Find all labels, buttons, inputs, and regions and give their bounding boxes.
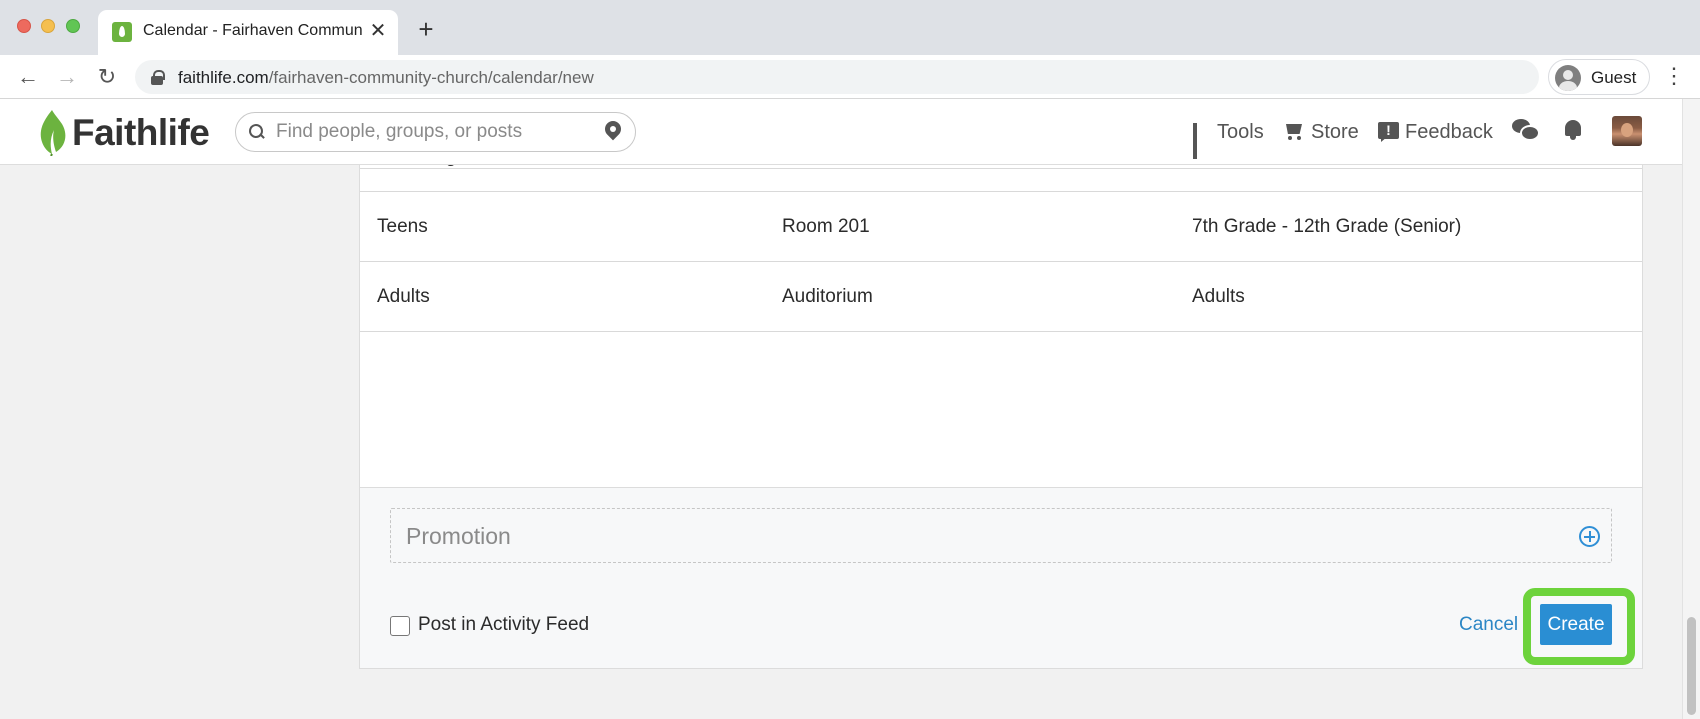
profile-button[interactable]: Guest bbox=[1548, 59, 1650, 95]
url-host: faithlife.com bbox=[178, 68, 269, 87]
forward-arrow-icon[interactable]: → bbox=[53, 63, 81, 91]
window-minimize-button[interactable] bbox=[41, 19, 55, 33]
browser-toolbar: ← → ↻ faithlife.com/fairhaven-community-… bbox=[0, 55, 1700, 99]
scrollbar-thumb[interactable] bbox=[1687, 617, 1696, 715]
logo-text: Faithlife bbox=[72, 112, 210, 153]
notifications-bell-icon[interactable] bbox=[1563, 118, 1583, 142]
cart-icon bbox=[1283, 122, 1305, 142]
url-path: /fairhaven-community-church/calendar/new bbox=[268, 68, 594, 87]
nav-feedback[interactable]: Feedback bbox=[1378, 119, 1493, 145]
cancel-button[interactable]: Cancel bbox=[1459, 614, 1518, 636]
faithlife-favicon-icon bbox=[112, 22, 132, 42]
new-tab-button[interactable]: + bbox=[414, 16, 438, 42]
window-close-button[interactable] bbox=[17, 19, 31, 33]
nav-store[interactable]: Store bbox=[1283, 119, 1359, 145]
grid-icon bbox=[1193, 123, 1211, 159]
reload-icon[interactable]: ↻ bbox=[93, 63, 121, 91]
classroom-name: Teens bbox=[377, 216, 428, 237]
search-icon bbox=[249, 124, 264, 139]
site-search[interactable] bbox=[235, 112, 636, 152]
site-header: Faithlife Tools Store Feedback bbox=[0, 99, 1682, 165]
table-row: Teens Room 201 7th Grade - 12th Grade (S… bbox=[360, 192, 1642, 262]
search-input[interactable] bbox=[276, 121, 586, 143]
profile-label: Guest bbox=[1591, 68, 1637, 87]
nav-feedback-label: Feedback bbox=[1405, 120, 1493, 143]
form-footer: Promotion Post in Activity Feed Cancel C… bbox=[360, 487, 1642, 668]
add-promotion-plus-icon[interactable] bbox=[1579, 526, 1600, 547]
faithlife-leaf-icon bbox=[40, 110, 66, 156]
promotion-title: Promotion bbox=[406, 523, 511, 549]
table-row: Adults Auditorium Adults bbox=[360, 262, 1642, 332]
lock-icon[interactable] bbox=[151, 70, 165, 85]
post-in-feed-label[interactable]: Post in Activity Feed bbox=[418, 614, 589, 636]
browser-titlebar: Calendar - Fairhaven Communi ✕ + bbox=[0, 0, 1700, 55]
classroom-room: Auditorium bbox=[782, 286, 873, 307]
classroom-grades: 7th Grade - 12th Grade (Senior) bbox=[1192, 216, 1462, 237]
faithlife-logo[interactable]: Faithlife bbox=[36, 108, 216, 156]
browser-tab[interactable]: Calendar - Fairhaven Communi ✕ bbox=[98, 10, 398, 55]
post-in-feed-checkbox[interactable] bbox=[390, 616, 410, 636]
user-avatar[interactable] bbox=[1612, 116, 1642, 146]
location-pin-icon[interactable] bbox=[605, 121, 621, 143]
tab-title: Calendar - Fairhaven Communi bbox=[143, 22, 363, 39]
address-bar[interactable]: faithlife.com/fairhaven-community-church… bbox=[135, 60, 1539, 94]
classroom-room: Room 201 bbox=[782, 216, 870, 237]
nav-tools[interactable]: Tools bbox=[1193, 119, 1264, 159]
classroom-name: Adults bbox=[377, 286, 430, 307]
browser-menu-icon[interactable]: ⋮ bbox=[1663, 63, 1685, 91]
create-button[interactable]: Create bbox=[1540, 604, 1612, 645]
feedback-icon bbox=[1378, 122, 1399, 142]
classroom-grades: Adults bbox=[1192, 286, 1245, 307]
back-arrow-icon[interactable]: ← bbox=[14, 63, 42, 91]
promotion-section[interactable]: Promotion bbox=[390, 508, 1612, 563]
window-zoom-button[interactable] bbox=[66, 19, 80, 33]
page-scrollbar[interactable] bbox=[1682, 99, 1700, 719]
profile-avatar-icon bbox=[1555, 65, 1581, 91]
tab-close-icon[interactable]: ✕ bbox=[368, 19, 388, 43]
url-text[interactable]: faithlife.com/fairhaven-community-church… bbox=[178, 68, 594, 88]
nav-store-label: Store bbox=[1311, 120, 1359, 143]
messages-chat-icon[interactable] bbox=[1512, 119, 1540, 141]
event-form-panel: 4th–7th grade Room 102 4th Grade - 7th G… bbox=[359, 99, 1643, 669]
nav-tools-label: Tools bbox=[1217, 120, 1264, 143]
